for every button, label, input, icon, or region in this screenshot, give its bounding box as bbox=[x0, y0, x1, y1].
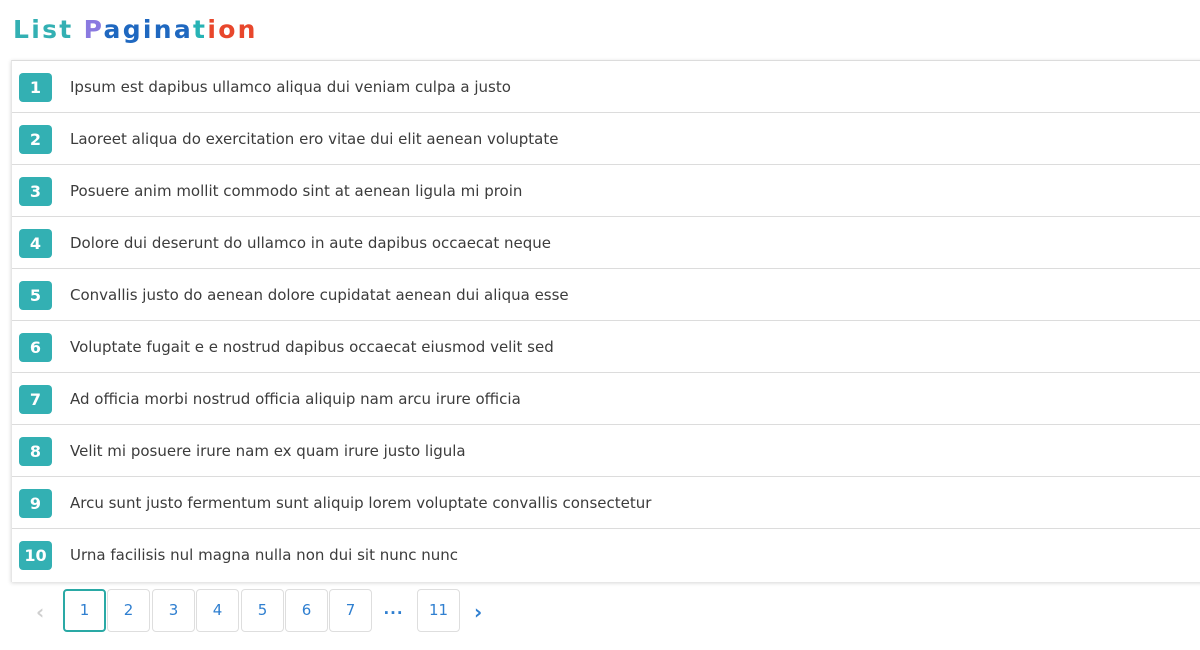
chevron-left-icon[interactable]: ‹ bbox=[36, 589, 44, 632]
list-item: 3 Posuere anim mollit commodo sint at ae… bbox=[12, 165, 1200, 217]
list-item: 5 Convallis justo do aenean dolore cupid… bbox=[12, 269, 1200, 321]
page-button-6[interactable]: 6 bbox=[285, 589, 328, 632]
numbered-list: 1 Ipsum est dapibus ullamco aliqua dui v… bbox=[11, 60, 1200, 582]
list-item-text: Laoreet aliqua do exercitation ero vitae… bbox=[70, 130, 559, 148]
list-item-text: Urna facilisis nul magna nulla non dui s… bbox=[70, 546, 459, 564]
page-button-7[interactable]: 7 bbox=[329, 589, 372, 632]
page-button-4[interactable]: 4 bbox=[196, 589, 239, 632]
title-letter: a bbox=[173, 15, 194, 44]
list-item-text: Ipsum est dapibus ullamco aliqua dui ven… bbox=[70, 78, 511, 96]
list-item-text: Voluptate fugait e e nostrud dapibus occ… bbox=[70, 338, 554, 356]
title-letter: a bbox=[103, 15, 123, 44]
list-item: 1 Ipsum est dapibus ullamco aliqua dui v… bbox=[12, 61, 1200, 113]
title-letter: o bbox=[218, 15, 238, 44]
item-number-badge: 9 bbox=[19, 489, 52, 518]
title-letter: i bbox=[142, 15, 154, 44]
page-ellipsis: ... bbox=[383, 600, 404, 618]
item-number-badge: 4 bbox=[19, 229, 52, 258]
title-letter: t bbox=[59, 15, 74, 44]
page-button-3[interactable]: 3 bbox=[152, 589, 195, 632]
list-item-text: Arcu sunt justo fermentum sunt aliquip l… bbox=[70, 494, 652, 512]
title-letter: t bbox=[193, 15, 208, 44]
list-item-text: Convallis justo do aenean dolore cupidat… bbox=[70, 286, 569, 304]
item-number-badge: 1 bbox=[19, 73, 52, 102]
list-item-text: Dolore dui deserunt do ullamco in aute d… bbox=[70, 234, 552, 252]
list-item-text: Velit mi posuere irure nam ex quam irure… bbox=[70, 442, 466, 460]
item-number-badge: 6 bbox=[19, 333, 52, 362]
list-item: 7 Ad officia morbi nostrud officia aliqu… bbox=[12, 373, 1200, 425]
list-item: 9 Arcu sunt justo fermentum sunt aliquip… bbox=[12, 477, 1200, 529]
list-item: 8 Velit mi posuere irure nam ex quam iru… bbox=[12, 425, 1200, 477]
list-item: 4 Dolore dui deserunt do ullamco in aute… bbox=[12, 217, 1200, 269]
page-button-5[interactable]: 5 bbox=[241, 589, 284, 632]
chevron-right-icon[interactable]: › bbox=[474, 589, 482, 632]
page-button-1[interactable]: 1 bbox=[63, 589, 106, 632]
item-number-badge: 10 bbox=[19, 541, 52, 570]
item-number-badge: 2 bbox=[19, 125, 52, 154]
page-title: List Pagination bbox=[13, 13, 258, 47]
title-letter: i bbox=[31, 15, 43, 44]
item-number-badge: 3 bbox=[19, 177, 52, 206]
list-item: 6 Voluptate fugait e e nostrud dapibus o… bbox=[12, 321, 1200, 373]
page-button-2[interactable]: 2 bbox=[107, 589, 150, 632]
list-item-text: Posuere anim mollit commodo sint at aene… bbox=[70, 182, 523, 200]
title-letter: s bbox=[42, 15, 60, 44]
title-letter: n bbox=[153, 15, 174, 44]
title-letter: P bbox=[83, 15, 104, 44]
item-number-badge: 5 bbox=[19, 281, 52, 310]
title-letter: i bbox=[207, 15, 219, 44]
page-button-11[interactable]: 11 bbox=[417, 589, 460, 632]
list-item-text: Ad officia morbi nostrud officia aliquip… bbox=[70, 390, 521, 408]
title-letter: L bbox=[13, 15, 32, 44]
list-item: 2 Laoreet aliqua do exercitation ero vit… bbox=[12, 113, 1200, 165]
title-letter: n bbox=[237, 15, 258, 44]
item-number-badge: 7 bbox=[19, 385, 52, 414]
list-item: 10 Urna facilisis nul magna nulla non du… bbox=[12, 529, 1200, 581]
item-number-badge: 8 bbox=[19, 437, 52, 466]
title-letter: g bbox=[122, 15, 143, 44]
